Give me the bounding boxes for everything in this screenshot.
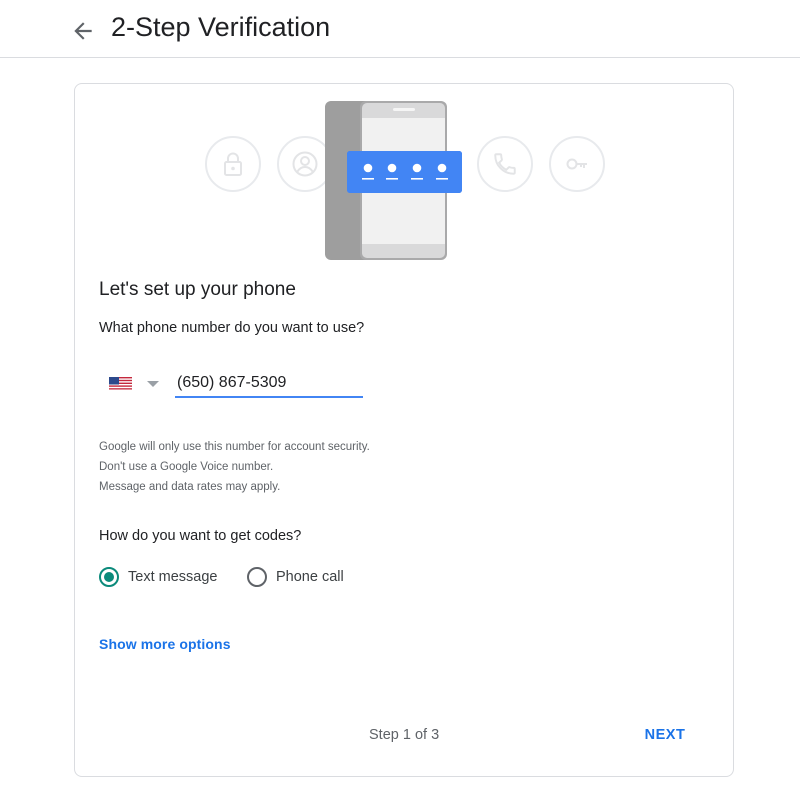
- password-dots: [347, 151, 462, 193]
- codes-question: How do you want to get codes?: [99, 528, 302, 544]
- help-line: Google will only use this number for acc…: [99, 441, 370, 453]
- hero-illustration: [75, 84, 733, 269]
- key-circle: [549, 136, 605, 192]
- phone-number-input[interactable]: [175, 372, 363, 398]
- chevron-down-icon: [147, 381, 159, 387]
- phone-question: What phone number do you want to use?: [99, 320, 365, 336]
- page-title: 2-Step Verification: [111, 12, 331, 42]
- radio-label: Text message: [128, 569, 218, 585]
- step-indicator: Step 1 of 3: [369, 727, 440, 743]
- radio-checked-icon: [99, 567, 119, 587]
- account-icon: [292, 151, 318, 177]
- help-line: Don't use a Google Voice number.: [99, 461, 274, 473]
- section-title: Let's set up your phone: [99, 279, 296, 300]
- phone-circle: [477, 136, 533, 192]
- arrow-back-icon: [74, 22, 92, 40]
- lock-circle: [205, 136, 261, 192]
- us-flag-icon: [109, 377, 132, 391]
- help-text: Google will only use this number for acc…: [99, 437, 370, 497]
- lock-icon: [224, 152, 242, 176]
- key-icon: [566, 158, 587, 170]
- phone-icon: [494, 153, 516, 175]
- setup-card: Let's set up your phone What phone numbe…: [74, 83, 734, 777]
- country-select[interactable]: [109, 374, 161, 396]
- radio-unchecked-icon: [247, 567, 267, 587]
- help-line: Message and data rates may apply.: [99, 481, 281, 493]
- top-bar: 2-Step Verification: [0, 0, 800, 58]
- back-button[interactable]: [70, 18, 96, 44]
- show-more-options-link[interactable]: Show more options: [99, 636, 231, 652]
- radio-label: Phone call: [276, 569, 344, 585]
- next-button[interactable]: NEXT: [635, 720, 695, 750]
